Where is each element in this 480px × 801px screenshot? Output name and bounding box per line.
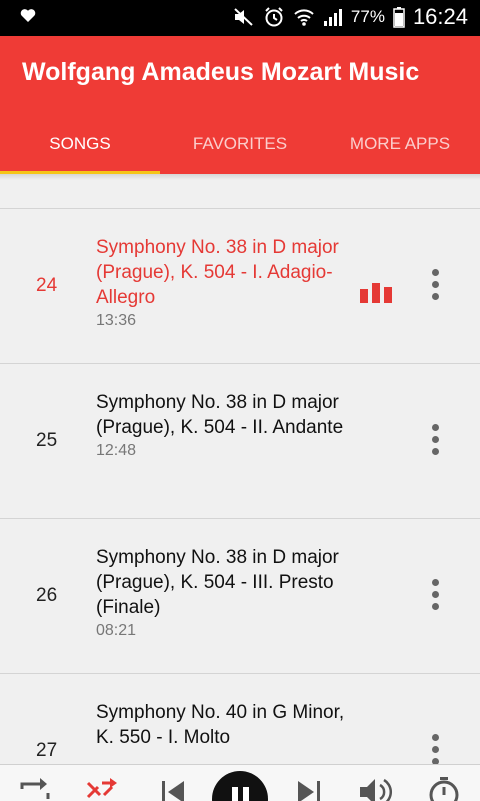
song-duration: 12:48 [96,442,137,459]
previous-icon[interactable] [158,775,188,801]
battery-icon [393,6,405,28]
shuffle-icon[interactable] [86,775,120,801]
signal-icon [323,7,343,27]
song-duration: 13:36 [96,312,137,329]
song-duration: 08:21 [96,622,137,639]
track-number: 25 [36,430,58,451]
tab-songs[interactable]: SONGS [0,122,160,174]
song-row[interactable]: 26 Symphony No. 38 in D major (Prague), … [0,519,480,674]
app-title: Wolfgang Amadeus Mozart Music [22,58,420,86]
more-options-icon[interactable] [428,269,442,305]
more-options-icon[interactable] [428,424,442,460]
battery-level: 77% [350,7,385,26]
song-row[interactable]: 25 Symphony No. 38 in D major (Prague), … [0,364,480,519]
next-icon[interactable] [294,775,324,801]
repeat-icon[interactable] [18,775,52,801]
tab-songs-label: SONGS [49,134,111,153]
status-bar: 77% 16:24 [0,0,480,36]
volume-icon[interactable] [358,775,394,801]
player-control-bar [0,764,480,801]
app-bar: Wolfgang Amadeus Mozart Music SONGS FAVO… [0,36,480,174]
more-options-icon[interactable] [428,579,442,615]
alarm-icon [263,6,285,28]
wifi-icon [293,7,315,27]
track-number: 27 [36,740,58,761]
song-row[interactable]: 27 Symphony No. 40 in G Minor, K. 550 - … [0,674,480,769]
equalizer-icon [360,283,394,308]
tab-more-apps[interactable]: MORE APPS [320,122,480,174]
app-bar-shadow [0,174,480,180]
timer-icon[interactable] [426,775,462,801]
song-title: Symphony No. 38 in D major (Prague), K. … [96,237,339,308]
heart-icon [20,8,36,23]
song-title: Symphony No. 40 in G Minor, K. 550 - I. … [96,702,345,748]
song-list[interactable]: 24 Symphony No. 38 in D major (Prague), … [0,208,480,769]
tab-favorites[interactable]: FAVORITES [160,122,320,174]
track-number: 24 [36,275,58,296]
tab-bar: SONGS FAVORITES MORE APPS [0,122,480,174]
pause-icon[interactable] [212,771,268,801]
song-title: Symphony No. 38 in D major (Prague), K. … [96,392,344,438]
track-number: 26 [36,585,58,606]
clock-time: 16:24 [412,4,468,29]
mute-icon [233,7,255,27]
tab-more-apps-label: MORE APPS [349,134,451,153]
song-row[interactable]: 24 Symphony No. 38 in D major (Prague), … [0,209,480,364]
tab-favorites-label: FAVORITES [192,134,288,153]
song-title: Symphony No. 38 in D major (Prague), K. … [96,547,339,618]
